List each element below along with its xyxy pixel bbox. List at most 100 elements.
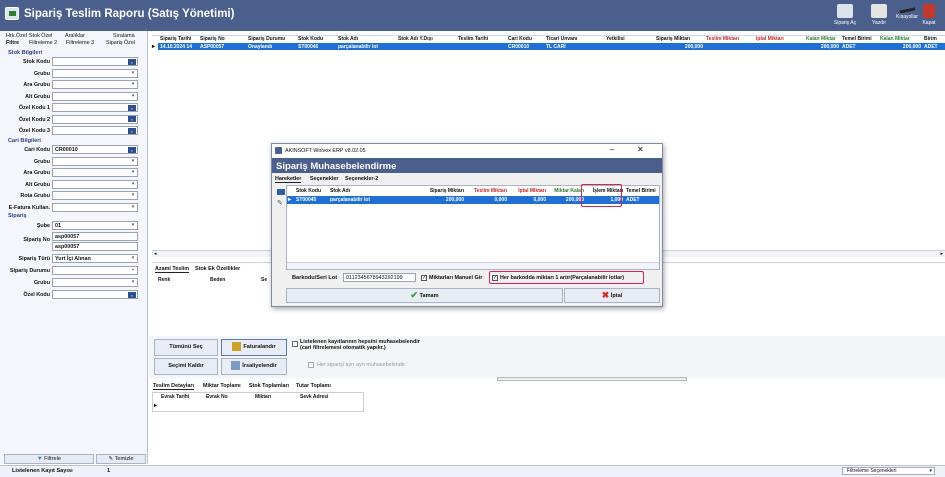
tab-secenekler[interactable]: Seçenekler [310,176,338,182]
list-all-checkbox[interactable] [292,341,298,347]
record-count-value: 1 [107,468,111,474]
filter-input[interactable]: ▾ [52,91,138,101]
tab-stok-ozel[interactable]: Stok Özel [29,33,52,39]
sube-select[interactable]: 01 ▾ [52,221,138,230]
siparis-ozel-kodu-input[interactable]: ▪ [52,290,138,299]
clear-button[interactable]: ✎ Temizle [96,454,146,464]
plus-icon: + [131,267,135,273]
column-header[interactable]: Sipariş Durumu [248,36,285,43]
column-header[interactable]: İptal Miktarı [510,188,546,196]
minimize-icon[interactable]: – [610,145,614,154]
column-header[interactable]: Stok Adı [330,188,420,196]
splitter-handle[interactable] [497,377,687,381]
filter-input[interactable]: ▪ [52,103,138,112]
tab-siparis-ozel[interactable]: Sipariş Özel [106,40,135,46]
column-header[interactable]: Teslim Miktarı [467,188,507,196]
select-rows-icon[interactable] [277,189,285,195]
column-header[interactable]: Sipariş No [200,36,225,43]
column-header[interactable]: Miktar Kalan [548,188,584,196]
table-cell: parçalanabilir lot [330,197,371,203]
dialog-scrollbar[interactable] [287,262,659,269]
islem-miktari-highlight [581,184,622,207]
tab-hareketler[interactable]: Hareketler [275,176,302,183]
lookup-icon: ▪ [128,127,136,134]
order-open-button[interactable]: Sipariş Aç [828,2,862,29]
tab-stok-ek[interactable]: Stok Ek Özellikler [195,266,240,272]
column-header[interactable]: Ticari Unvanı [546,36,577,43]
cancel-button[interactable]: ✖ İptal [564,288,660,303]
tab-filtre[interactable]: Filtre [6,40,19,46]
tab-secenekler-2[interactable]: Seçenekler-2 [345,176,378,182]
lookup-icon: ▪ [128,116,136,122]
close-icon[interactable]: ✕ [637,145,644,154]
column-header[interactable]: Kalan Miktar [880,36,910,43]
filter-input[interactable]: ▾ [52,68,138,78]
column-header[interactable]: Birim [924,36,937,43]
filter-input[interactable]: ▾ [52,156,138,166]
tab-araliklar[interactable]: Aralıklar [65,33,85,39]
column-header[interactable]: Temel Birimi [626,188,661,196]
select-all-button[interactable]: Tümünü Seç [154,339,218,356]
column-header[interactable]: Sipariş Miktarı [656,36,690,43]
record-count-label: Listelenen Kayıt Sayısı [12,468,73,474]
per-barcode-checkbox[interactable]: ✓ [492,275,498,281]
tab-siralama[interactable]: Sıralama [113,33,135,39]
filter-input[interactable]: CR00010 ▪ [52,145,138,154]
tab-filtreleme-2[interactable]: Filtreleme 2 [29,40,57,46]
tab-tutar-toplami[interactable]: Tutar Toplamı [296,383,331,389]
invoice-button[interactable]: Faturalandır [221,339,287,356]
column-header[interactable]: İptal Miktarı [756,36,784,43]
manual-qty-checkbox[interactable]: ✓ [421,275,427,281]
siparis-durumu-select[interactable]: + [52,266,138,275]
section-stok: Stok Bilgileri [8,50,43,56]
siparis-turu-select[interactable]: Yurt İçi Alınan ▾ [52,254,138,263]
tab-stok-toplamlari[interactable]: Stok Toplamları [249,383,289,389]
table-cell: 200,000 [820,44,839,50]
column-header[interactable]: Cari Kodu [508,36,532,43]
column-header[interactable]: Stok Kodu [296,188,329,196]
column-header[interactable]: Temel Birimi [842,36,872,43]
chevron-down-icon: ▾ [131,255,135,261]
ok-button[interactable]: ✔ Tamam [286,288,563,303]
chevron-down-icon: ▾ [131,157,135,164]
column-header[interactable]: Stok Adı Y.Dışı [398,36,433,43]
filter-input[interactable]: ▪ [52,126,138,135]
tab-filtreleme-3[interactable]: Filtreleme 3 [66,40,94,46]
filter-tabs: Hrk.Özel Stok Özel Aralıklar Sıralama Fi… [3,33,146,47]
row-indicator-icon: ▸ [154,403,158,409]
column-header[interactable]: Yetkilisi [606,36,625,43]
filter-input[interactable]: ▪ [52,114,138,124]
siparis-no-start-input[interactable]: asp00057 [52,232,138,241]
column-header[interactable]: Stok Kodu [298,36,323,43]
close-button[interactable]: Kapat [915,2,943,29]
siparis-grubu-select[interactable]: ▾ [52,278,138,287]
filter-input[interactable]: ▾ [52,168,138,177]
deselect-button[interactable]: Seçimi Kaldır [154,358,218,375]
barcode-input[interactable]: 0112345678943292199 [343,273,416,282]
chevron-down-icon: ▾ [131,92,135,99]
field-label: Grubu [33,158,50,165]
column-header[interactable]: Sipariş Miktarı [422,188,464,196]
filter-input[interactable]: ▾ [52,202,138,212]
column-header[interactable]: Sipariş Tarihi [160,36,191,43]
column-header[interactable]: Teslim Tarihi [458,36,488,43]
edit-pencil-icon[interactable]: ✎ [277,199,283,207]
dispatch-button[interactable]: İrsaliyelendir [221,358,287,375]
tab-miktar-toplami[interactable]: Miktar Toplamı [203,383,241,389]
field-label: Rota Grubu [20,193,50,199]
filter-input[interactable]: ▾ [52,80,138,89]
each-order-checkbox[interactable] [308,362,314,368]
filter-button[interactable]: ▼ Filtrele [4,454,94,464]
column-header[interactable]: Teslim Miktarı [706,36,739,43]
siparis-no-end-input[interactable]: asp00057 [52,242,138,251]
column-header[interactable]: Kalan Miktar [806,36,836,43]
column-header[interactable]: Stok Adı [338,36,358,43]
tab-teslim-detaylari[interactable]: Teslim Detayları [153,383,194,390]
tab-hrk-ozel[interactable]: Hrk.Özel [6,33,27,39]
app-title: Sipariş Teslim Raporu (Satış Yönetimi) [24,8,235,20]
filter-input[interactable]: ▾ [52,191,138,200]
filter-input[interactable]: ▾ [52,179,138,189]
filter-options-select[interactable]: Filtreleme Seçenekleri ▾ [842,467,935,475]
tab-azami-teslim[interactable]: Azami Teslim [155,266,190,273]
filter-input[interactable]: ▪ [52,57,138,66]
